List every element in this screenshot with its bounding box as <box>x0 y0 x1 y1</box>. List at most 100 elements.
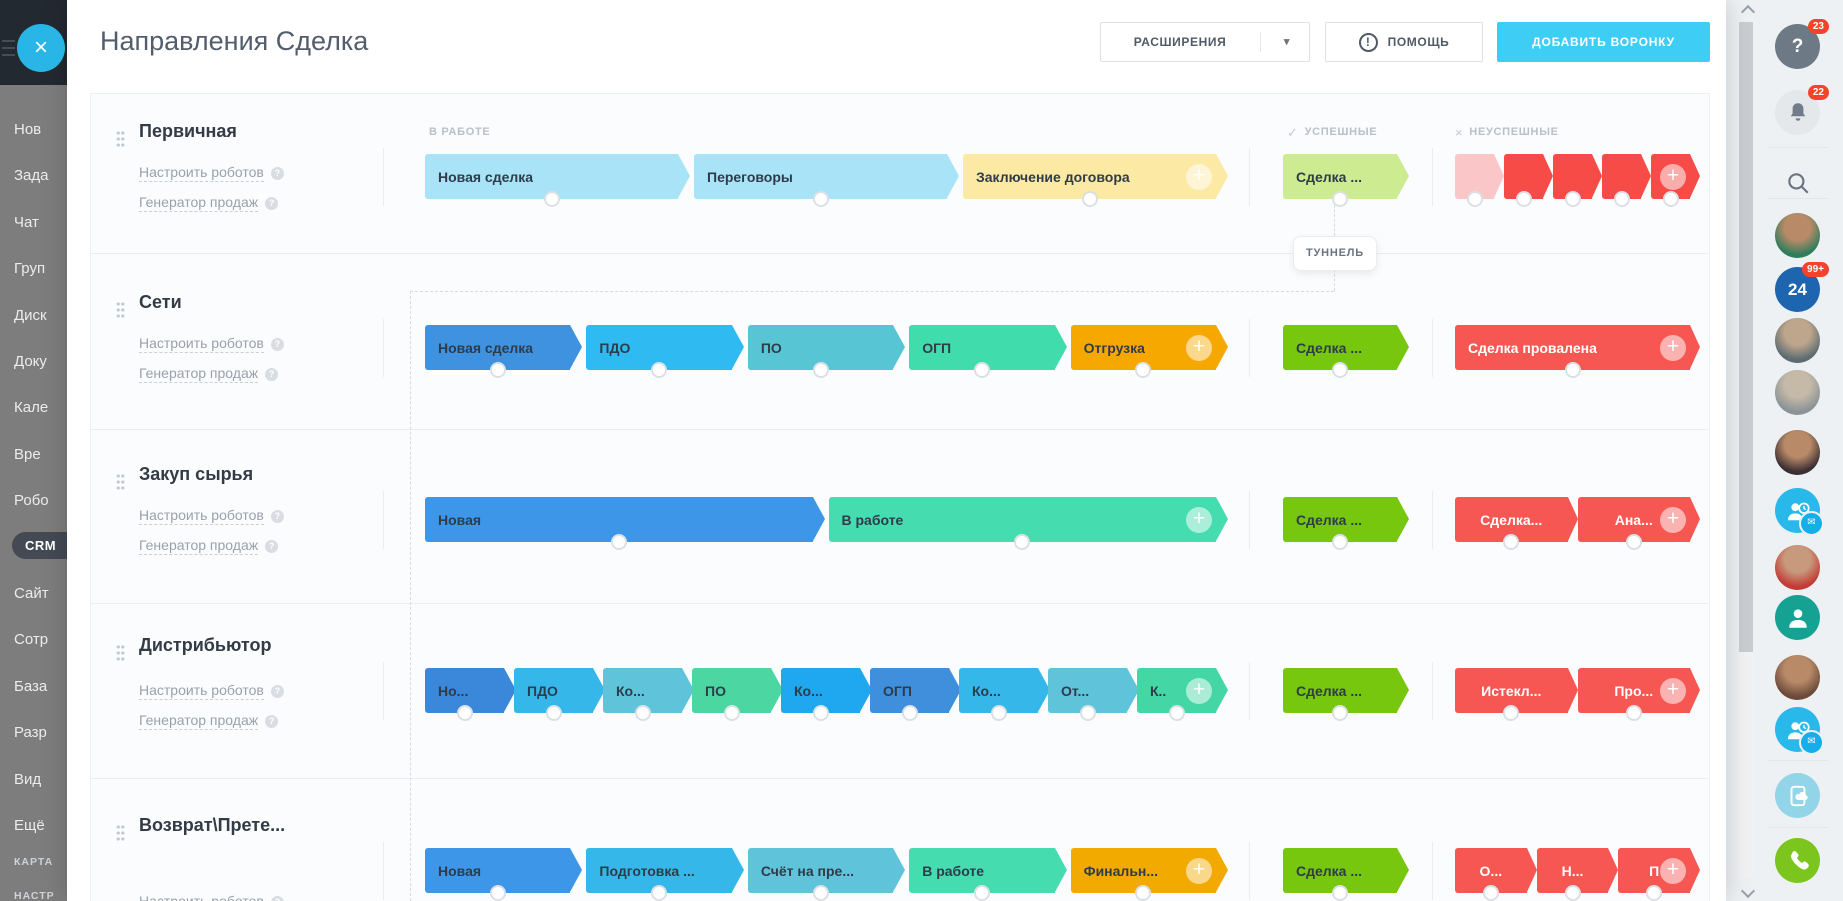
stage-handle[interactable] <box>1614 191 1630 207</box>
pipeline-stage[interactable]: Новая <box>425 497 813 542</box>
pipeline-stage[interactable]: ПДО <box>586 325 731 370</box>
avatar[interactable] <box>1775 213 1820 258</box>
person-icon[interactable] <box>1775 595 1820 640</box>
drag-handle-icon[interactable] <box>116 301 125 320</box>
stage-handle[interactable] <box>902 705 918 721</box>
stage-handle[interactable] <box>1626 705 1642 721</box>
stage-handle[interactable] <box>1332 705 1348 721</box>
stage-handle[interactable] <box>813 705 829 721</box>
configure-robots-link[interactable]: Настроить роботов <box>139 682 264 700</box>
stage-handle[interactable] <box>1565 885 1581 901</box>
stage-handle[interactable] <box>1516 191 1532 207</box>
stage-handle[interactable] <box>457 705 473 721</box>
stage-handle[interactable] <box>974 362 990 378</box>
sales-generator-link[interactable]: Генератор продаж <box>139 365 258 383</box>
sidebar-item-сайт[interactable]: Сайт <box>14 585 49 602</box>
stage-handle[interactable] <box>991 705 1007 721</box>
stage-handle[interactable] <box>813 191 829 207</box>
stage-handle[interactable] <box>490 885 506 901</box>
fail-stage[interactable]: Н... <box>1537 848 1609 893</box>
fail-stage[interactable]: П+ <box>1618 848 1690 893</box>
help-button[interactable]: ! ПОМОЩЬ <box>1325 22 1483 62</box>
help-circle-icon[interactable]: ? <box>271 167 284 180</box>
mobile-icon[interactable] <box>1775 773 1820 818</box>
add-stage-button[interactable]: + <box>1660 164 1686 190</box>
sidebar-item-кале[interactable]: Кале <box>14 399 48 416</box>
help-circle-icon[interactable]: ? <box>265 197 278 210</box>
pipeline-stage[interactable]: ПО <box>692 668 771 713</box>
pipeline-stage[interactable]: В работе+ <box>829 497 1217 542</box>
add-stage-button[interactable]: + <box>1660 678 1686 704</box>
help-circle-icon[interactable]: ? <box>271 685 284 698</box>
stage-handle[interactable] <box>490 362 506 378</box>
pipeline-stage[interactable]: Ко... <box>781 668 860 713</box>
add-stage-button[interactable]: + <box>1186 335 1212 361</box>
configure-robots-link[interactable]: Настроить роботов <box>139 164 264 182</box>
configure-robots-link[interactable]: Настроить роботов <box>139 507 264 525</box>
add-stage-button[interactable]: + <box>1186 164 1212 190</box>
status-icon[interactable]: ✉ <box>1775 707 1820 752</box>
phone-icon[interactable] <box>1775 838 1820 883</box>
pipeline-stage[interactable]: Переговоры <box>694 154 947 199</box>
stage-handle[interactable] <box>1483 885 1499 901</box>
pipeline-stage[interactable]: Финальн...+ <box>1071 848 1216 893</box>
pipeline-stage[interactable]: От... <box>1048 668 1127 713</box>
configure-robots-link[interactable]: Настроить роботов <box>139 335 264 353</box>
status-icon[interactable]: ✉ <box>1775 488 1820 533</box>
stage-handle[interactable] <box>1467 191 1483 207</box>
drag-handle-icon[interactable] <box>116 644 125 663</box>
sidebar-item-сотр[interactable]: Сотр <box>14 631 48 648</box>
stage-handle[interactable] <box>635 705 651 721</box>
drag-handle-icon[interactable] <box>116 824 125 843</box>
stage-handle[interactable] <box>1332 191 1348 207</box>
stage-handle[interactable] <box>974 885 990 901</box>
help-circle-icon[interactable]: ? <box>271 510 284 523</box>
stage-handle[interactable] <box>1663 191 1679 207</box>
stage-handle[interactable] <box>1169 705 1185 721</box>
stage-handle[interactable] <box>1565 191 1581 207</box>
add-stage-button[interactable]: + <box>1186 858 1212 884</box>
configure-robots-link[interactable]: Настроить роботов <box>139 893 264 901</box>
success-stage[interactable]: Сделка ... <box>1283 325 1397 370</box>
sidebar-item-вре[interactable]: Вре <box>14 446 41 463</box>
add-funnel-button[interactable]: ДОБАВИТЬ ВОРОНКУ <box>1497 22 1710 62</box>
success-stage[interactable]: Сделка ... <box>1283 154 1397 199</box>
pipeline-stage[interactable]: ПДО <box>514 668 593 713</box>
sidebar-item-чат[interactable]: Чат <box>14 214 39 231</box>
help-circle-icon[interactable]: ? <box>265 540 278 553</box>
avatar[interactable] <box>1775 655 1820 700</box>
stage-handle[interactable] <box>611 534 627 550</box>
sidebar-item-зада[interactable]: Зада <box>14 167 49 184</box>
extensions-button[interactable]: РАСШИРЕНИЯ ▾ <box>1100 22 1310 62</box>
scroll-down-arrow[interactable] <box>1741 884 1755 898</box>
stage-handle[interactable] <box>1332 885 1348 901</box>
sidebar-item-доку[interactable]: Доку <box>14 353 47 370</box>
fail-stage[interactable]: Истекл... <box>1455 668 1568 713</box>
pipeline-stage[interactable]: В работе <box>909 848 1054 893</box>
fail-stage[interactable]: Про...+ <box>1578 668 1691 713</box>
help-circle-icon[interactable]: ? <box>271 896 284 901</box>
sidebar-item-разр[interactable]: Разр <box>14 724 47 741</box>
fail-stage[interactable]: О... <box>1455 848 1527 893</box>
fail-stage[interactable] <box>1455 154 1494 199</box>
tunnel-badge[interactable]: ТУННЕЛЬ <box>1293 236 1377 271</box>
help-circle-icon[interactable]: ? <box>265 715 278 728</box>
drag-handle-icon[interactable] <box>116 130 125 149</box>
pipeline-stage[interactable]: К..+ <box>1137 668 1216 713</box>
fail-stage[interactable]: Сделка... <box>1455 497 1568 542</box>
sales-generator-link[interactable]: Генератор продаж <box>139 194 258 212</box>
fail-stage[interactable] <box>1504 154 1543 199</box>
pipeline-stage[interactable]: Ко... <box>603 668 682 713</box>
pipeline-stage[interactable]: Ко... <box>959 668 1038 713</box>
stage-handle[interactable] <box>1080 705 1096 721</box>
success-stage[interactable]: Сделка ... <box>1283 497 1397 542</box>
stage-handle[interactable] <box>1332 362 1348 378</box>
help-circle-icon[interactable]: ? <box>265 368 278 381</box>
sidebar-item-нов[interactable]: Нов <box>14 121 41 138</box>
sales-generator-link[interactable]: Генератор продаж <box>139 537 258 555</box>
pipeline-stage[interactable]: Подготовка ... <box>586 848 731 893</box>
help-circle-icon[interactable]: ? <box>271 338 284 351</box>
chat-counter[interactable]: 2499+ <box>1775 267 1820 312</box>
pipeline-stage[interactable]: Но... <box>425 668 504 713</box>
bell-icon[interactable]: 22 <box>1775 90 1820 135</box>
